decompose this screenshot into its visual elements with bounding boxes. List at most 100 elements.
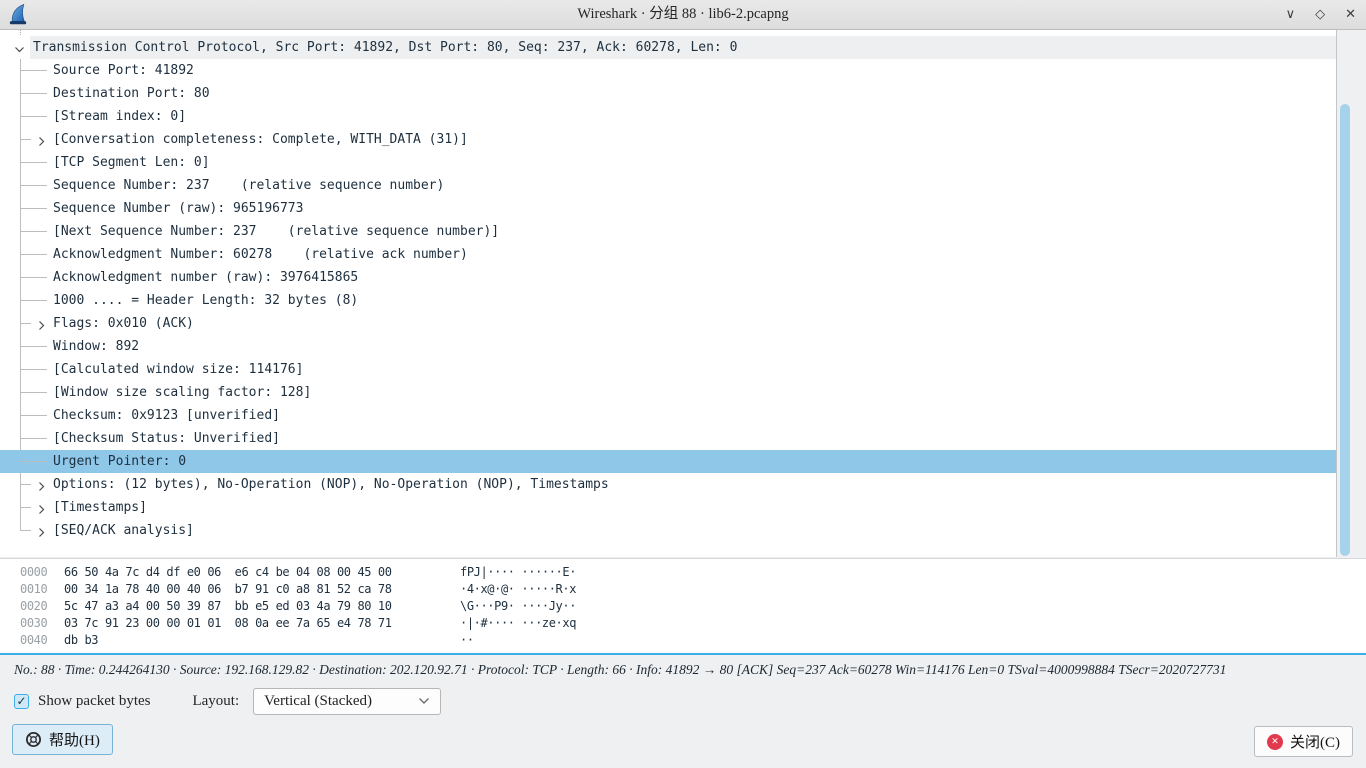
tree-row-label: Source Port: 41892 xyxy=(0,59,1336,82)
tree-row[interactable]: Checksum: 0x9123 [unverified] xyxy=(0,404,1336,427)
tree-row[interactable]: Window: 892 xyxy=(0,335,1336,358)
tree-row[interactable]: Flags: 0x010 (ACK) xyxy=(0,312,1336,335)
tree-branch-line xyxy=(20,70,47,71)
tree-row[interactable]: Sequence Number (raw): 965196773 xyxy=(0,197,1336,220)
help-icon xyxy=(25,731,42,748)
layout-dropdown-value: Vertical (Stacked) xyxy=(264,693,418,710)
tree-row[interactable]: 1000 .... = Header Length: 32 bytes (8) xyxy=(0,289,1336,312)
expander-expanded-icon[interactable] xyxy=(13,41,26,54)
hex-ascii: \G···P9· ····Jy·· xyxy=(460,598,576,615)
hex-row[interactable]: 0040db b3·· xyxy=(0,632,1366,649)
packet-summary-line: No.: 88 · Time: 0.244264130 · Source: 19… xyxy=(14,662,1354,680)
packet-detail-tree: Transmission Control Protocol, Src Port:… xyxy=(0,30,1337,557)
hex-ascii: ·|·#···· ···ze·xq xyxy=(460,615,576,632)
tree-row[interactable]: [Checksum Status: Unverified] xyxy=(0,427,1336,450)
checkmark-icon: ✓ xyxy=(16,695,26,707)
tree-row[interactable]: [Timestamps] xyxy=(0,496,1336,519)
tree-scrollbar-thumb[interactable] xyxy=(1340,104,1350,556)
tree-row-label: [SEQ/ACK analysis] xyxy=(0,519,1336,542)
tree-row[interactable]: Destination Port: 80 xyxy=(0,82,1336,105)
tree-row[interactable]: [Next Sequence Number: 237 (relative seq… xyxy=(0,220,1336,243)
layout-dropdown[interactable]: Vertical (Stacked) xyxy=(253,688,441,715)
close-circle-icon: ✕ xyxy=(1267,734,1283,750)
tree-branch-line xyxy=(20,162,47,163)
tree-row[interactable]: Source Port: 41892 xyxy=(0,59,1336,82)
tree-row[interactable]: [TCP Segment Len: 0] xyxy=(0,151,1336,174)
tree-branch-line xyxy=(20,438,47,439)
hex-ascii: ·4·x@·@· ·····R·x xyxy=(460,581,576,598)
hex-row[interactable]: 0000 66 50 4a 7c d4 df e0 06 e6 c4 be 04 … xyxy=(0,564,1366,581)
tree-row-label: [Conversation completeness: Complete, WI… xyxy=(0,128,1336,151)
tree-row-label: Flags: 0x010 (ACK) xyxy=(0,312,1336,335)
close-button-label: 关闭(C) xyxy=(1290,731,1340,752)
hex-offset: 0000 xyxy=(20,564,47,581)
tree-row[interactable]: Acknowledgment number (raw): 3976415865 xyxy=(0,266,1336,289)
expander-collapsed-icon[interactable] xyxy=(35,524,48,537)
tree-branch-line xyxy=(20,392,47,393)
hex-ascii: ·· xyxy=(460,632,474,649)
help-button-label: 帮助(H) xyxy=(49,729,100,750)
packet-dialog: { "window": { "title": "Wireshark · 分组 8… xyxy=(0,0,1366,768)
tree-row[interactable]: Sequence Number: 237 (relative sequence … xyxy=(0,174,1336,197)
tree-row-label: 1000 .... = Header Length: 32 bytes (8) xyxy=(0,289,1336,312)
hex-offset: 0010 xyxy=(20,581,47,598)
maximize-button[interactable]: ◇ xyxy=(1315,8,1325,21)
tree-row-label: Checksum: 0x9123 [unverified] xyxy=(0,404,1336,427)
tree-row-label: Transmission Control Protocol, Src Port:… xyxy=(0,36,1336,59)
hex-bytes: 5c 47 a3 a4 00 50 39 87 bb e5 ed 03 4a 7… xyxy=(64,598,392,615)
show-packet-bytes-label: Show packet bytes xyxy=(38,693,150,710)
tree-row[interactable]: [Conversation completeness: Complete, WI… xyxy=(0,128,1336,151)
tree-row-label: [Timestamps] xyxy=(0,496,1336,519)
tree-row-label: Acknowledgment Number: 60278 (relative a… xyxy=(0,243,1336,266)
tree-row[interactable]: Acknowledgment Number: 60278 (relative a… xyxy=(0,243,1336,266)
tree-branch-line xyxy=(20,185,47,186)
tree-row[interactable]: Options: (12 bytes), No-Operation (NOP),… xyxy=(0,473,1336,496)
hex-row[interactable]: 0020 5c 47 a3 a4 00 50 39 87 bb e5 ed 03 … xyxy=(0,598,1366,615)
show-packet-bytes-checkbox[interactable]: ✓ xyxy=(14,694,29,709)
tree-branch-line xyxy=(20,530,31,531)
close-button[interactable]: ✕ 关闭(C) xyxy=(1254,726,1353,757)
window-title: Wireshark · 分组 88 · lib6-2.pcapng xyxy=(0,0,1366,29)
help-button[interactable]: 帮助(H) xyxy=(12,724,113,755)
hex-row[interactable]: 003003 7c 91 23 00 00 01 01 08 0a ee 7a … xyxy=(0,615,1366,632)
minimize-button[interactable]: ∨ xyxy=(1286,8,1296,21)
tree-branch-line xyxy=(20,461,47,462)
tree-branch-line xyxy=(20,415,47,416)
tree-branch-line xyxy=(20,139,31,140)
tree-row[interactable]: [SEQ/ACK analysis] xyxy=(0,519,1336,542)
packet-bytes-pane[interactable]: 0000 66 50 4a 7c d4 df e0 06 e6 c4 be 04 … xyxy=(0,558,1366,655)
tree-row-label: Acknowledgment number (raw): 3976415865 xyxy=(0,266,1336,289)
hex-row[interactable]: 001000 34 1a 78 40 00 40 06 b7 91 c0 a8 … xyxy=(0,581,1366,598)
tree-row-label: [Window size scaling factor: 128] xyxy=(0,381,1336,404)
tree-row-label: Destination Port: 80 xyxy=(0,82,1336,105)
tree-row-selected[interactable]: Urgent Pointer: 0 xyxy=(0,450,1336,473)
hex-offset: 0020 xyxy=(20,598,47,615)
hex-ascii: fPJ|···· ······E· xyxy=(460,564,576,581)
tree-row[interactable]: [Calculated window size: 114176] xyxy=(0,358,1336,381)
hex-bytes: db b3 xyxy=(64,632,98,649)
title-bar: Wireshark · 分组 88 · lib6-2.pcapng ∨ ◇ ✕ xyxy=(0,0,1366,30)
tree-row-label: Options: (12 bytes), No-Operation (NOP),… xyxy=(0,473,1336,496)
hex-bytes: 66 50 4a 7c d4 df e0 06 e6 c4 be 04 08 0… xyxy=(64,564,392,581)
hex-offset: 0030 xyxy=(20,615,47,632)
tree-branch-line xyxy=(20,231,47,232)
expander-collapsed-icon[interactable] xyxy=(35,133,48,146)
tree-branch-line xyxy=(20,277,47,278)
tree-branch-line xyxy=(20,507,31,508)
expander-collapsed-icon[interactable] xyxy=(35,478,48,491)
tree-row[interactable]: Transmission Control Protocol, Src Port:… xyxy=(0,36,1336,59)
close-window-button[interactable]: ✕ xyxy=(1345,8,1356,21)
tree-scrollbar-track[interactable] xyxy=(1337,30,1353,557)
tree-row-label: [TCP Segment Len: 0] xyxy=(0,151,1336,174)
tree-row-label: Sequence Number (raw): 965196773 xyxy=(0,197,1336,220)
tree-branch-line xyxy=(20,346,47,347)
tree-row[interactable]: [Stream index: 0] xyxy=(0,105,1336,128)
tree-row[interactable]: [Window size scaling factor: 128] xyxy=(0,381,1336,404)
tree-row-label: [Checksum Status: Unverified] xyxy=(0,427,1336,450)
expander-collapsed-icon[interactable] xyxy=(35,501,48,514)
controls-row: ✓ Show packet bytes Layout: Vertical (St… xyxy=(14,687,441,715)
tree-row-label: Window: 892 xyxy=(0,335,1336,358)
tree-row-label: [Calculated window size: 114176] xyxy=(0,358,1336,381)
expander-collapsed-icon[interactable] xyxy=(35,317,48,330)
tree-branch-line xyxy=(20,300,47,301)
